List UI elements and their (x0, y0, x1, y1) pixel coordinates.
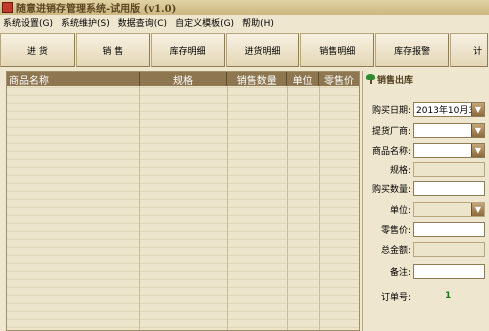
qty-input[interactable] (413, 180, 485, 196)
order-number: 1 (445, 291, 452, 301)
supplier-label: 提货厂商: (371, 126, 411, 137)
panel-header: 销售出库 (363, 71, 489, 87)
unit-row: 单位: ▼ (363, 201, 489, 217)
app-icon (2, 2, 13, 13)
menu-custom-template[interactable]: 自定义模板(G) (175, 16, 234, 29)
title-bar: 随意进销存管理系统-试用版 (v1.0) (0, 0, 489, 15)
product-select[interactable]: ▼ (413, 142, 485, 158)
supplier-row: 提货厂商: ▼ (363, 122, 489, 138)
dropdown-arrow-icon[interactable]: ▼ (471, 102, 484, 116)
note-label: 备注: (389, 267, 411, 278)
dropdown-arrow-icon[interactable]: ▼ (471, 123, 484, 137)
order-row: 订单号: 1 (363, 288, 489, 304)
toolbar: 进 货 销 售 库存明细 进货明细 销售明细 库存报警 计 (0, 33, 489, 67)
stock-detail-button[interactable]: 库存明细 (150, 33, 225, 67)
price-label: 零售价: (380, 225, 411, 236)
col-retail-price[interactable]: 零售价 (319, 72, 359, 87)
spec-label: 规格: (389, 165, 411, 176)
stock-alert-button[interactable]: 库存报警 (375, 33, 450, 67)
grid-header: 商品名称 规格 销售数量 单位 零售价 (7, 72, 359, 86)
window-title: 随意进销存管理系统-试用版 (v1.0) (16, 4, 177, 15)
menu-bar: 系统设置(G) 系统维护(S) 数据查询(C) 自定义模板(G) 帮助(H) (0, 15, 489, 29)
unit-select[interactable]: ▼ (413, 201, 485, 217)
col-product-name[interactable]: 商品名称 (7, 72, 140, 86)
total-row: 总金额: (363, 241, 489, 257)
total-label: 总金额: (380, 245, 411, 256)
panel-title: 销售出库 (377, 75, 414, 86)
report-button[interactable]: 计 (450, 33, 489, 67)
col-sale-qty[interactable]: 销售数量 (227, 72, 288, 86)
sales-grid[interactable]: 商品名称 规格 销售数量 单位 零售价 (6, 71, 360, 331)
sales-detail-button[interactable]: 销售明细 (300, 33, 375, 67)
grid-col-line (140, 86, 228, 330)
price-input[interactable] (413, 221, 485, 237)
dropdown-arrow-icon[interactable]: ▼ (471, 202, 484, 216)
order-label: 订单号: (380, 292, 411, 303)
spec-row: 规格: (363, 161, 489, 177)
sales-button[interactable]: 销 售 (75, 33, 150, 67)
product-row: 商品名称: ▼ (363, 142, 489, 158)
main-window: 随意进销存管理系统-试用版 (v1.0) 系统设置(G) 系统维护(S) 数据查… (0, 0, 489, 331)
sales-out-panel: 销售出库 购买日期: 2013年10月30日 ▼ 提货厂商: ▼ 商品名称: ▼… (362, 71, 489, 331)
buy-date-picker[interactable]: 2013年10月30日 ▼ (413, 101, 485, 117)
supplier-select[interactable]: ▼ (413, 122, 485, 138)
menu-system-maintenance[interactable]: 系统维护(S) (61, 16, 110, 29)
qty-label: 购买数量: (371, 184, 411, 195)
purchase-button[interactable]: 进 货 (0, 33, 75, 67)
price-row: 零售价: (363, 221, 489, 237)
spec-field (413, 161, 485, 177)
purchase-detail-button[interactable]: 进货明细 (225, 33, 300, 67)
grid-body[interactable] (7, 86, 359, 330)
col-spec[interactable]: 规格 (140, 72, 228, 86)
grid-col-line (228, 86, 288, 330)
total-field (413, 241, 485, 257)
col-unit[interactable]: 单位 (287, 72, 320, 86)
menu-help[interactable]: 帮助(H) (242, 16, 274, 29)
menu-system-settings[interactable]: 系统设置(G) (3, 16, 53, 29)
menu-data-query[interactable]: 数据查询(C) (118, 16, 167, 29)
note-input[interactable] (413, 263, 485, 279)
dropdown-arrow-icon[interactable]: ▼ (471, 143, 484, 157)
unit-label: 单位: (389, 205, 411, 216)
qty-row: 购买数量: (363, 180, 489, 196)
note-row: 备注: (363, 263, 489, 279)
grid-col-line (288, 86, 320, 330)
buy-date-label: 购买日期: (371, 105, 411, 116)
grid-col-line (7, 86, 140, 330)
tree-icon (366, 74, 375, 84)
buy-date-row: 购买日期: 2013年10月30日 ▼ (363, 101, 489, 117)
product-label: 商品名称: (371, 146, 411, 157)
